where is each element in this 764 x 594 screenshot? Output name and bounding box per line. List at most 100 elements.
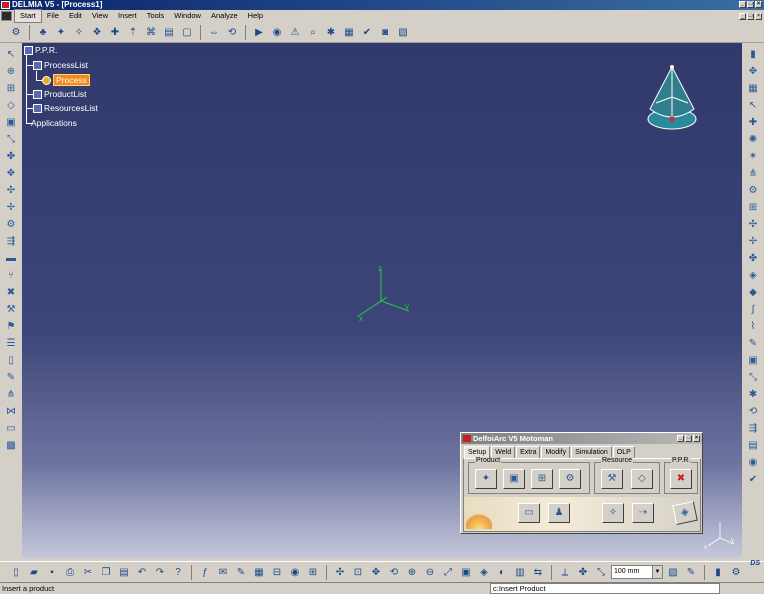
measure-icon[interactable]: ⊞ xyxy=(305,564,321,580)
tree-node-applications[interactable]: Applications xyxy=(31,118,77,128)
right-tool-2-icon[interactable]: ✥ xyxy=(745,64,761,80)
menu-start[interactable]: Start xyxy=(14,9,42,23)
frame-icon[interactable]: ▢ xyxy=(179,24,195,40)
clash-icon[interactable]: ⚠ xyxy=(287,24,303,40)
doc-close-icon[interactable]: × xyxy=(755,13,762,20)
fit-all-icon[interactable]: ⊡ xyxy=(350,564,366,580)
right-tool-17-icon[interactable]: ⌇ xyxy=(745,319,761,335)
curve-icon[interactable]: ∫ xyxy=(745,302,761,318)
cut-icon[interactable]: ✂ xyxy=(80,564,96,580)
multi-view-icon[interactable]: ▣ xyxy=(458,564,474,580)
right-tool-24-icon[interactable]: ▤ xyxy=(745,438,761,454)
hierarchy-right-icon[interactable]: ⋔ xyxy=(745,166,761,182)
product-tree-button[interactable]: ⊞ xyxy=(531,469,553,489)
menu-window[interactable]: Window xyxy=(169,10,206,22)
compass-snap-icon[interactable]: ⟂ xyxy=(557,564,573,580)
path-icon[interactable]: ⇡ xyxy=(125,24,141,40)
tag-icon[interactable]: ✚ xyxy=(107,24,123,40)
command-input[interactable]: c:Insert Product xyxy=(490,583,720,594)
sequence-icon[interactable]: ⇔ xyxy=(206,24,222,40)
manipulate-icon[interactable]: ✤ xyxy=(575,564,591,580)
tree-node-process-list[interactable]: ProcessList xyxy=(33,60,88,70)
menu-insert[interactable]: Insert xyxy=(113,10,142,22)
tree-node-product-list[interactable]: ProductList xyxy=(33,89,87,99)
close-icon[interactable]: × xyxy=(755,1,762,8)
doc-minimize-icon[interactable]: _ xyxy=(739,13,746,20)
activity-icon[interactable]: ✣ xyxy=(3,183,19,199)
comment-icon[interactable]: ✉ xyxy=(215,564,231,580)
bar-icon[interactable]: ▬ xyxy=(3,251,19,267)
knowledge-icon[interactable]: ✎ xyxy=(233,564,249,580)
right-tool-15-icon[interactable]: ◆ xyxy=(745,285,761,301)
right-tool-25-icon[interactable]: ◉ xyxy=(745,455,761,471)
fly-icon[interactable]: ✣ xyxy=(332,564,348,580)
right-tool-1-icon[interactable]: ▮ xyxy=(745,47,761,63)
remove-ppr-button[interactable]: ✖ xyxy=(670,469,692,489)
print-icon[interactable]: ⎙ xyxy=(62,564,78,580)
ppr-icon[interactable]: ⚙ xyxy=(8,24,24,40)
hide-show-icon[interactable]: ▥ xyxy=(512,564,528,580)
filter-icon[interactable]: ⊟ xyxy=(269,564,285,580)
pan-icon[interactable]: ✥ xyxy=(368,564,384,580)
menu-analyze[interactable]: Analyze xyxy=(206,10,243,22)
analysis-icon[interactable]: ⌕ xyxy=(305,24,321,40)
chart-icon[interactable]: ▦ xyxy=(341,24,357,40)
branch-icon[interactable]: ⑂ xyxy=(3,268,19,284)
document-icon[interactable] xyxy=(1,11,12,21)
copy-icon[interactable]: ❐ xyxy=(98,564,114,580)
chevron-down-icon[interactable]: ▼ xyxy=(652,566,662,578)
right-tool-18-icon[interactable]: ✎ xyxy=(745,336,761,352)
flow-icon[interactable]: ⇶ xyxy=(3,234,19,250)
edit-icon[interactable]: ✎ xyxy=(683,564,699,580)
undo-icon[interactable]: ↶ xyxy=(134,564,150,580)
delete-icon[interactable]: ✖ xyxy=(3,285,19,301)
weld-icon[interactable]: ✦ xyxy=(53,24,69,40)
resource-eraser-button[interactable]: ◇ xyxy=(631,469,653,489)
collision-icon[interactable]: ✱ xyxy=(323,24,339,40)
device-icon[interactable]: ⌘ xyxy=(143,24,159,40)
tree-node-resources-list[interactable]: ResourcesList xyxy=(33,103,98,113)
swap-icon[interactable]: ⇆ xyxy=(530,564,546,580)
monitor-icon[interactable]: ▭ xyxy=(3,421,19,437)
dialog-maximize-icon[interactable]: □ xyxy=(685,435,692,442)
zoom-out-icon[interactable]: ⊖ xyxy=(422,564,438,580)
right-tool-21-icon[interactable]: ✱ xyxy=(745,387,761,403)
right-tool-9-icon[interactable]: ⚙ xyxy=(745,183,761,199)
paint-icon[interactable]: ✎ xyxy=(3,370,19,386)
teach-icon[interactable]: ✧ xyxy=(71,24,87,40)
path-button[interactable]: ⇢ xyxy=(632,503,654,523)
right-tool-14-icon[interactable]: ◈ xyxy=(745,268,761,284)
right-tool-5-icon[interactable]: ✚ xyxy=(745,115,761,131)
right-tool-22-icon[interactable]: ⟲ xyxy=(745,404,761,420)
dialog-title-bar[interactable]: DelfoiArc V5 Motoman _ □ × xyxy=(461,433,702,444)
normal-view-icon[interactable]: ⤢ xyxy=(440,564,456,580)
link-icon[interactable]: ⤡ xyxy=(3,132,19,148)
iso-view-icon[interactable]: ◈ xyxy=(476,564,492,580)
tool-icon[interactable]: ⚑ xyxy=(3,319,19,335)
grid-icon[interactable]: ▦ xyxy=(251,564,267,580)
axis-snap-icon[interactable]: ⤡ xyxy=(593,564,609,580)
list-icon[interactable]: ☰ xyxy=(3,336,19,352)
rotate-icon[interactable]: ⟲ xyxy=(386,564,402,580)
product-settings-button[interactable]: ⚙ xyxy=(559,469,581,489)
menu-file[interactable]: File xyxy=(42,10,64,22)
doc-restore-icon[interactable]: □ xyxy=(747,13,754,20)
right-tool-12-icon[interactable]: ✢ xyxy=(745,234,761,250)
menu-view[interactable]: View xyxy=(87,10,113,22)
select-icon[interactable]: ↖ xyxy=(3,47,19,63)
dialog-close-icon[interactable]: × xyxy=(693,435,700,442)
manufacturing-icon[interactable]: ⚒ xyxy=(3,302,19,318)
open-icon[interactable]: ▰ xyxy=(26,564,42,580)
simulation-icon[interactable]: ▶ xyxy=(251,24,267,40)
camera-icon[interactable]: ◙ xyxy=(377,24,393,40)
snap-icon[interactable]: ◉ xyxy=(287,564,303,580)
robot-base-button[interactable]: ♟ xyxy=(548,503,570,523)
catalog-icon[interactable]: ▣ xyxy=(3,115,19,131)
right-tool-3-icon[interactable]: ▦ xyxy=(745,81,761,97)
page-icon[interactable]: ▯ xyxy=(3,353,19,369)
report-icon[interactable]: ▧ xyxy=(395,24,411,40)
part-icon[interactable]: ✥ xyxy=(3,166,19,182)
hierarchy-icon[interactable]: ⋔ xyxy=(3,387,19,403)
insert-robot-button[interactable]: ⚒ xyxy=(601,469,623,489)
pointer-icon[interactable]: ↖ xyxy=(745,98,761,114)
